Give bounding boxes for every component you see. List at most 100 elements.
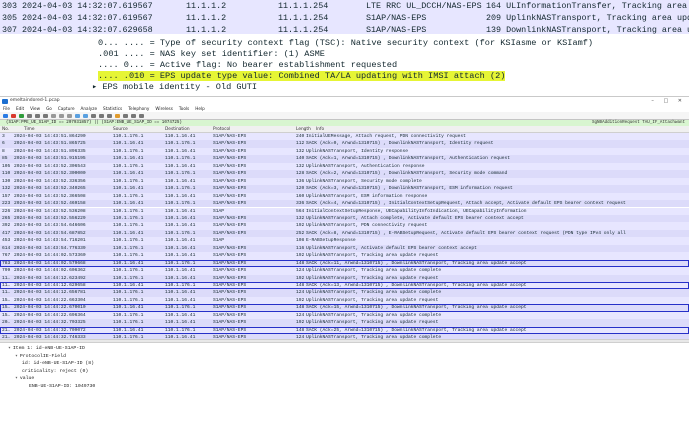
packet-info-cell: SACK (Ack=25, Arwnd=1310715) , DownlinkN… [306, 327, 527, 333]
packet-row[interactable]: 453 2024-04-03 14:43:54.716201 110.1.176.1… [0, 237, 689, 245]
toolbar-icon[interactable] [19, 113, 24, 118]
column-header-source[interactable]: Source [113, 126, 128, 133]
packet-row[interactable]: 8 2024-04-03 14:43:51.896335 110.1.176.1 11… [0, 147, 689, 156]
column-header-protocol[interactable]: Protocol [213, 126, 230, 133]
packet-row[interactable]: 85 2024-04-03 14:43:51.915195 110.1.16.41 1… [0, 155, 689, 163]
menu-item-file[interactable]: File [3, 106, 10, 111]
packet-no-cell: 21… [2, 327, 11, 333]
packet-info-cell: SACK (Ack=3, Arwnd=1310715) , DownlinkNA… [306, 186, 513, 192]
expand-arrow-icon[interactable]: ▾ [15, 354, 18, 359]
expand-arrow-icon[interactable]: ▾ [8, 346, 11, 351]
expand-arrow-icon[interactable]: ▾ [15, 376, 18, 381]
column-header-length[interactable]: Length [296, 126, 311, 133]
toolbar-icon[interactable] [75, 113, 80, 118]
packet-row[interactable]: 11… 2024-04-03 14:44:12.629658 110.1.16.41… [0, 282, 689, 290]
menu-item-capture[interactable]: Capture [58, 106, 75, 111]
packet-row[interactable]: 11… 2024-04-03 14:44:12.656781 110.1.176.1… [0, 289, 689, 297]
packet-row[interactable]: 20… 2024-04-03 14:44:32.703325 110.1.176.1… [0, 319, 689, 327]
packet-info-cell: UplinkNASTransport, Tracking area update… [306, 253, 439, 259]
packet-row[interactable]: 110 2024-04-03 14:43:52.300000 110.1.16.41… [0, 170, 689, 178]
packet-len-cell: 132 [296, 215, 305, 221]
detail-tree-item[interactable]: criticality: reject (0) [22, 368, 88, 376]
maximize-button[interactable]: □ [663, 98, 672, 104]
packet-dst-cell: 110.1.16.41 [165, 215, 196, 221]
menu-item-tools[interactable]: Tools [179, 106, 189, 111]
menu-item-go[interactable]: Go [46, 106, 52, 111]
packet-no-cell: 157 [2, 193, 11, 199]
toolbar-icon[interactable] [3, 113, 8, 118]
packet-info-cell: 209 UplinkNASTransport, Tracking area up… [486, 13, 689, 23]
packet-row[interactable]: 15… 2024-04-03 14:44:22.696364 110.1.176.1… [0, 311, 689, 320]
packet-proto-cell: S1AP/NAS-EPS [213, 141, 247, 147]
detail-tree-item[interactable]: id: id-eNB-UE-S1AP-ID (8) [22, 360, 94, 368]
packet-row[interactable]: 3 2024-04-03 14:43:51.864290 110.1.176.1 11… [0, 133, 689, 141]
packet-row[interactable]: 305 2024-04-03 14:32:07.619567 11.1.1.2 11.… [0, 12, 689, 24]
display-filter-input[interactable]: (S1AP:PPE_UE_S1AP_ID == 207931857) || (S… [6, 121, 182, 125]
column-header-destination[interactable]: Destination [165, 126, 190, 133]
packet-row[interactable]: 392 2024-04-03 14:43:54.646606 110.1.176.1… [0, 222, 689, 230]
packet-row[interactable]: 265 2024-04-03 14:43:52.556229 110.1.176.1… [0, 214, 689, 223]
column-header-info[interactable]: Info [316, 126, 324, 133]
toolbar-icon[interactable] [51, 113, 56, 118]
packet-row[interactable]: 783 2024-04-03 14:44:02.579668 110.1.16.41… [0, 259, 689, 268]
toolbar-icon[interactable] [67, 113, 72, 118]
packet-row[interactable]: 15… 2024-04-03 14:44:22.670010 110.1.16.41… [0, 304, 689, 312]
packet-dst-cell: 110.1.16.41 [165, 268, 196, 274]
close-button[interactable]: ✕ [678, 98, 686, 104]
toolbar-icon[interactable] [43, 113, 48, 118]
menu-item-view[interactable]: View [30, 106, 40, 111]
packet-row[interactable]: 6 2024-04-03 14:43:51.865725 110.1.16.41 11… [0, 140, 689, 148]
toolbar-icon[interactable] [35, 113, 40, 118]
packet-row[interactable]: 132 2024-04-03 14:43:52.340265 110.1.16.41… [0, 185, 689, 193]
packet-row[interactable]: 157 2024-04-03 14:43:52.366508 110.1.176.1… [0, 192, 689, 201]
packet-row[interactable]: 15… 2024-04-03 14:44:22.663304 110.1.176.1… [0, 296, 689, 305]
packet-row[interactable]: 223 2024-04-03 14:43:52.469158 110.1.16.41… [0, 200, 689, 208]
toolbar-icon[interactable] [107, 113, 112, 118]
menu-item-analyze[interactable]: Analyze [81, 106, 98, 111]
packet-row[interactable]: 130 2024-04-03 14:43:52.336356 110.1.176.1… [0, 177, 689, 186]
packet-row[interactable]: 21… 2024-04-03 14:44:32.709072 110.1.16.41… [0, 326, 689, 335]
detail-tree-item[interactable]: ▾ Item 1: id-eNB-UE-S1AP-ID [8, 345, 85, 353]
packet-row[interactable]: 11… 2024-04-03 14:44:12.623492 110.1.176.1… [0, 274, 689, 282]
packet-row[interactable]: 303 2024-04-03 14:32:07.619567 11.1.1.2 11.… [0, 0, 689, 12]
packet-dst-cell: 11.1.1.254 [278, 1, 329, 11]
toolbar-icon[interactable] [59, 113, 64, 118]
menu-item-statistics[interactable]: Statistics [103, 106, 122, 111]
toolbar-icon[interactable] [115, 113, 120, 118]
packet-time-cell: 2024-04-03 14:44:32.703325 [14, 320, 86, 326]
minimize-button[interactable]: – [651, 98, 658, 104]
window-titlebar: emeltaindored-1.pcap – □ ✕ [0, 97, 689, 105]
detail-tree-item[interactable]: ▾ value [15, 375, 34, 383]
packet-info-cell: UplinkNASTransport, Security mode comple… [306, 178, 422, 184]
detail-tree-item[interactable]: ▾ ProtocolIE-Field [15, 353, 66, 361]
packet-no-cell: 265 [2, 215, 11, 221]
packet-row[interactable]: 226 2024-04-03 14:43:52.536208 110.1.176.1… [0, 207, 689, 215]
packet-no-cell: 11… [2, 283, 11, 288]
packet-row[interactable]: 767 2024-04-03 14:44:02.573360 110.1.176.1… [0, 252, 689, 260]
toolbar-icon[interactable] [123, 113, 128, 118]
display-filter-bar[interactable]: (S1AP:PPE_UE_S1AP_ID == 207931857) || (S… [0, 119, 689, 126]
packet-dst-cell: 110.1.16.41 [165, 178, 196, 184]
packet-time-cell: 2024-04-03 14:43:52.536208 [14, 208, 86, 214]
packet-row[interactable]: 614 2024-04-03 14:43:54.776339 110.1.176.1… [0, 244, 689, 253]
toolbar-icon[interactable] [139, 113, 144, 118]
toolbar-icon[interactable] [99, 113, 104, 118]
toolbar-icon[interactable] [11, 113, 16, 118]
column-header-time[interactable]: Time [24, 126, 35, 133]
toolbar-icon[interactable] [131, 113, 136, 118]
packet-row[interactable]: 417 2024-04-03 14:43:54.687852 110.1.16.41… [0, 229, 689, 238]
packet-row[interactable]: 799 2024-04-03 14:44:02.606362 110.1.176.1… [0, 267, 689, 275]
packet-row[interactable]: 307 2024-04-03 14:32:07.629658 11.1.1.2 11.… [0, 24, 689, 34]
column-header-no[interactable]: No. [2, 126, 9, 133]
menu-item-edit[interactable]: Edit [16, 106, 24, 111]
toolbar-icon[interactable] [27, 113, 32, 118]
menu-item-help[interactable]: Help [195, 106, 205, 111]
packet-proto-cell: S1AP/NAS-EPS [213, 327, 247, 333]
packet-info-cell: 139 DownlinkNASTransport, Tracking area … [486, 25, 689, 34]
detail-tree-item[interactable]: ENB-UE-S1AP-ID: 1049730 [29, 383, 95, 391]
packet-row[interactable]: 105 2024-04-03 14:43:52.306543 110.1.176.1… [0, 162, 689, 171]
toolbar-icon[interactable] [91, 113, 96, 118]
menu-item-telephony[interactable]: Telephony [128, 106, 149, 111]
menu-item-wireless[interactable]: Wireless [155, 106, 173, 111]
toolbar-icon[interactable] [83, 113, 88, 118]
